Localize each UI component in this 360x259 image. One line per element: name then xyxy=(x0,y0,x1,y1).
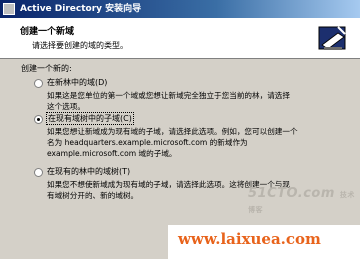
title-bar: Active Directory 安装向导 xyxy=(0,0,360,18)
radio-child-domain[interactable] xyxy=(34,115,43,124)
app-icon xyxy=(3,3,15,15)
prompt-label: 创建一个新的: xyxy=(21,64,72,73)
window-title: Active Directory 安装向导 xyxy=(20,4,142,14)
watermark-url: www.laixuea.com xyxy=(178,230,321,248)
radio-new-tree[interactable] xyxy=(34,168,43,177)
option-desc-new-forest: 如果这是您单位的第一个域或您想让新域完全独立于您当前的林，请选择 这个选项。 xyxy=(47,91,290,111)
option-label-new-forest[interactable]: 在新林中的域(D) xyxy=(47,77,107,88)
watermark-footer: www.laixuea.com xyxy=(168,225,360,259)
option-label-child-domain[interactable]: 在现有域树中的子域(C) xyxy=(46,112,134,125)
watermark-51cto: 51CTO.com 技术博客 xyxy=(248,186,355,214)
option-desc-child-domain: 如果您想让新域成为现有域的子域，请选择此选项。例如，您可以创建一个 名为 hea… xyxy=(47,127,298,158)
option-label-new-tree[interactable]: 在现有的林中的域树(T) xyxy=(47,166,130,177)
page-title: 创建一个新域 xyxy=(20,27,75,37)
page-subtitle: 请选择要创建的域的类型。 xyxy=(32,41,128,50)
wizard-header: 创建一个新域 请选择要创建的域的类型。 xyxy=(0,18,360,59)
wizard-book-icon xyxy=(318,26,346,50)
radio-new-forest[interactable] xyxy=(34,79,43,88)
